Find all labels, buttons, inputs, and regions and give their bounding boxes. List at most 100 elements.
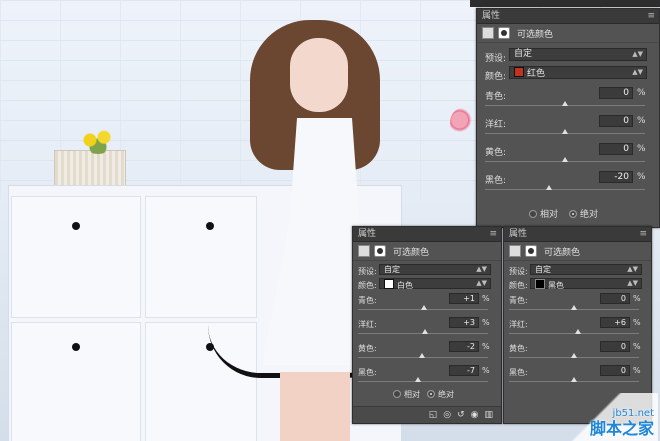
percent-label: % bbox=[482, 294, 490, 303]
panel-tab-label: 属性 bbox=[358, 229, 377, 239]
yellow-input[interactable]: 0 bbox=[600, 341, 630, 352]
panel-toolbar: ◱ ◎ ↺ ◉ ▥ bbox=[353, 406, 501, 423]
radio-absolute[interactable]: 绝对 bbox=[569, 207, 598, 220]
yellow-slider-thumb[interactable] bbox=[571, 353, 577, 358]
percent-label: % bbox=[633, 318, 641, 327]
yellow-input[interactable]: -2 bbox=[449, 341, 479, 352]
color-select[interactable]: 白色 ▲▼ bbox=[379, 278, 491, 290]
panel-tab[interactable]: 属性 ≡ bbox=[504, 227, 651, 242]
mask-icon[interactable] bbox=[498, 27, 510, 39]
cyan-label: 青色: bbox=[485, 92, 507, 102]
radio-dot bbox=[393, 390, 401, 398]
cyan-slider-thumb[interactable] bbox=[420, 305, 427, 310]
black-slider-thumb[interactable] bbox=[546, 185, 552, 190]
cabinet-drawer bbox=[11, 196, 141, 318]
preset-select[interactable]: 自定 ▲▼ bbox=[509, 48, 647, 61]
reset-icon[interactable]: ↺ bbox=[457, 410, 465, 420]
magenta-input[interactable]: 0 bbox=[599, 115, 633, 127]
panel-header-label: 可选颜色 bbox=[517, 29, 554, 40]
radio-relative[interactable]: 相对 bbox=[529, 207, 558, 220]
yellow-slider-thumb[interactable] bbox=[418, 353, 425, 358]
chevron-down-icon: ▲▼ bbox=[632, 68, 643, 76]
panel-header-label: 可选颜色 bbox=[393, 247, 430, 258]
preset-label: 预设: bbox=[358, 267, 377, 276]
trash-icon[interactable]: ▥ bbox=[484, 410, 493, 420]
cabinet-drawer bbox=[145, 196, 257, 318]
chevron-down-icon: ▲▼ bbox=[632, 50, 643, 58]
drawer-knob bbox=[206, 222, 214, 230]
black-input[interactable]: -20 bbox=[599, 171, 633, 183]
clip-to-layer-icon[interactable]: ◱ bbox=[429, 410, 438, 420]
color-value: 黑色 bbox=[548, 281, 564, 290]
color-select[interactable]: 红色 ▲▼ bbox=[509, 66, 647, 79]
panel-menu-icon[interactable]: ≡ bbox=[647, 9, 655, 23]
black-slider-track[interactable] bbox=[358, 381, 488, 382]
cyan-input[interactable]: 0 bbox=[599, 87, 633, 99]
preset-select[interactable]: 自定 ▲▼ bbox=[379, 264, 491, 275]
yellow-slider-thumb[interactable] bbox=[562, 157, 568, 162]
adjustment-icon bbox=[358, 245, 370, 257]
chevron-down-icon: ▲▼ bbox=[476, 279, 487, 287]
chevron-down-icon: ▲▼ bbox=[476, 265, 487, 273]
magenta-input[interactable]: +3 bbox=[449, 317, 479, 328]
black-input[interactable]: -7 bbox=[449, 365, 479, 376]
mask-icon[interactable] bbox=[374, 245, 386, 257]
color-label: 颜色: bbox=[509, 281, 528, 290]
percent-label: % bbox=[482, 366, 490, 375]
panel-header: 可选颜色 bbox=[477, 24, 659, 43]
cyan-input[interactable]: 0 bbox=[600, 293, 630, 304]
percent-label: % bbox=[637, 116, 646, 126]
radio-absolute[interactable]: 绝对 bbox=[427, 389, 454, 400]
color-swatch bbox=[535, 279, 545, 289]
magenta-label: 洋红: bbox=[485, 120, 507, 130]
black-input[interactable]: 0 bbox=[600, 365, 630, 376]
magenta-label: 洋红: bbox=[509, 320, 528, 329]
color-value: 白色 bbox=[397, 281, 413, 290]
color-swatch bbox=[384, 279, 394, 289]
preset-value: 自定 bbox=[514, 49, 533, 59]
panel-tab-label: 属性 bbox=[482, 11, 501, 21]
magenta-label: 洋红: bbox=[358, 320, 377, 329]
adjustment-icon bbox=[509, 245, 521, 257]
magenta-slider-thumb[interactable] bbox=[421, 329, 428, 334]
panel-tab[interactable]: 属性 ≡ bbox=[477, 9, 659, 24]
mask-icon[interactable] bbox=[525, 245, 537, 257]
magenta-slider-thumb[interactable] bbox=[562, 129, 568, 134]
drawer-knob bbox=[72, 343, 80, 351]
cyan-slider-thumb[interactable] bbox=[571, 305, 577, 310]
radio-relative[interactable]: 相对 bbox=[393, 389, 420, 400]
magenta-slider-thumb[interactable] bbox=[574, 329, 581, 334]
magenta-input[interactable]: +6 bbox=[600, 317, 630, 328]
black-slider-thumb[interactable] bbox=[571, 377, 577, 382]
color-select[interactable]: 黑色 ▲▼ bbox=[530, 278, 642, 290]
percent-label: % bbox=[633, 342, 641, 351]
yellow-input[interactable]: 0 bbox=[599, 143, 633, 155]
panel-tab[interactable]: 属性 ≡ bbox=[353, 227, 501, 242]
panel-header: 可选颜色 bbox=[353, 242, 501, 261]
panel-header-label: 可选颜色 bbox=[544, 247, 581, 258]
watermark-logo: 脚本之家 bbox=[589, 419, 654, 438]
panel-menu-icon[interactable]: ≡ bbox=[489, 227, 497, 241]
visibility-icon[interactable]: ◉ bbox=[471, 410, 479, 420]
cyan-label: 青色: bbox=[358, 296, 377, 305]
cabinet-drawer bbox=[11, 322, 141, 441]
view-previous-icon[interactable]: ◎ bbox=[443, 410, 451, 420]
radio-dot bbox=[529, 210, 537, 218]
black-slider-track[interactable] bbox=[485, 189, 645, 190]
cyan-slider-thumb[interactable] bbox=[562, 101, 568, 106]
radio-dot bbox=[427, 390, 435, 398]
panel-menu-icon[interactable]: ≡ bbox=[639, 227, 647, 241]
preset-value: 自定 bbox=[384, 265, 400, 274]
flower-basket bbox=[54, 150, 126, 186]
preset-select[interactable]: 自定 ▲▼ bbox=[530, 264, 642, 275]
radio-absolute-label: 绝对 bbox=[580, 210, 599, 220]
cyan-input[interactable]: +1 bbox=[449, 293, 479, 304]
model-face bbox=[290, 38, 348, 112]
radio-dot bbox=[569, 210, 577, 218]
black-label: 黑色: bbox=[485, 176, 507, 186]
properties-panel-red: 属性 ≡ 可选颜色 预设: 自定 ▲▼ 颜色: 红色 ▲▼ 青色: 0 % 洋红: 0… bbox=[476, 8, 660, 228]
color-label: 颜色: bbox=[358, 281, 377, 290]
black-slider-thumb[interactable] bbox=[415, 377, 422, 382]
yellow-label: 黄色: bbox=[485, 148, 507, 158]
black-label: 黑色: bbox=[358, 368, 377, 377]
